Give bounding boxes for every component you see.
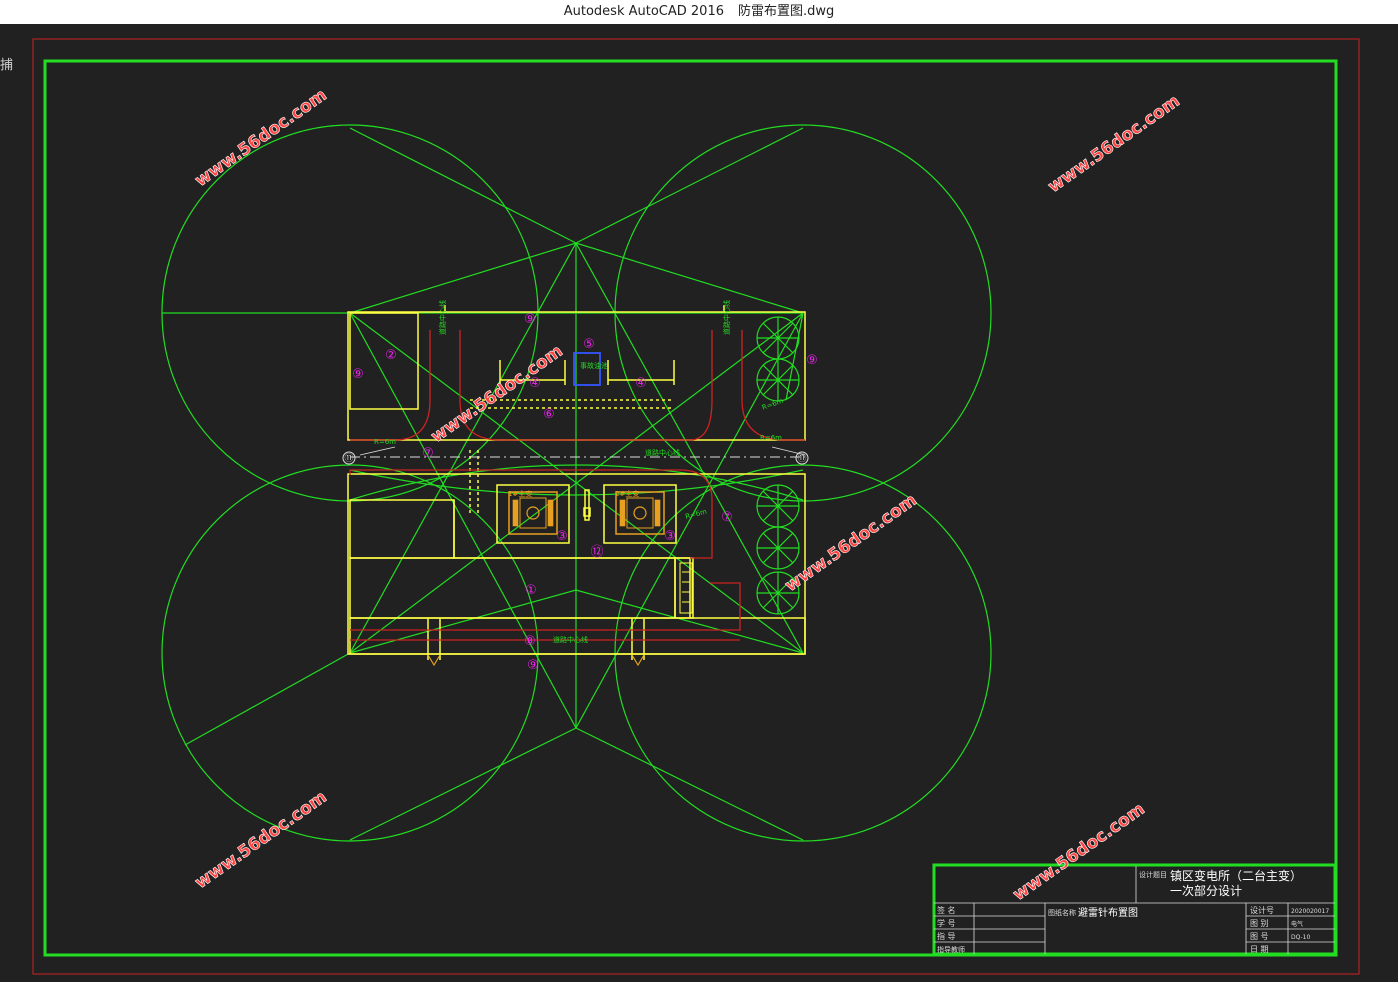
project-prefix: 设计题目 [1139, 870, 1167, 879]
drawing-name: 避雷针布置图 [1078, 906, 1138, 919]
viewport-label[interactable]: 捕 [0, 54, 13, 73]
watermark-1: www.56doc.com [191, 85, 330, 191]
drawing-canvas[interactable]: 捕 ② ⑨ ⑨ ⑤ ④ ④ ⑥ ⑦ ⑦ ⑨ ③ ③ ⑫ ① ⑧ ⑨ ⑪ ⑪ 道路… [0, 24, 1398, 978]
drawing-frame [43, 59, 1338, 957]
road-label-left: 道路中心线 [438, 300, 447, 335]
right-label-3: 图 号 [1250, 932, 1269, 941]
control-building [349, 312, 419, 410]
road-label-right: 道路中心线 [722, 300, 731, 335]
radius-label-left: R=6m [374, 438, 396, 446]
tag-8: ⑧ [524, 634, 536, 649]
tag-1: ① [525, 583, 537, 598]
right-label-2: 图 别 [1250, 919, 1269, 928]
left-row-2: 学 号 [937, 918, 956, 928]
tag-7-a: ⑦ [422, 446, 434, 461]
tag-6: ⑥ [543, 407, 555, 422]
right-value-3: DQ-10 [1291, 934, 1310, 941]
tree-2 [756, 358, 800, 402]
tag-3-b: ③ [664, 529, 676, 544]
drawing-svg[interactable]: ② ⑨ ⑨ ⑤ ④ ④ ⑥ ⑦ ⑦ ⑨ ③ ③ ⑫ ① ⑧ ⑨ ⑪ ⑪ 道路中心… [0, 24, 1398, 978]
watermark-4: www.56doc.com [781, 490, 920, 596]
left-row-1: 签 名 [937, 905, 956, 915]
axis-11-left: ⑪ [344, 453, 353, 464]
right-value-2: 电气 [1291, 920, 1303, 928]
tag-4-b: ④ [635, 376, 647, 391]
watermark-3: www.56doc.com [427, 341, 566, 447]
left-row-4: 指导教师 [937, 945, 965, 954]
tag-3-a: ③ [556, 529, 568, 544]
tag-9-c: ⑨ [806, 353, 818, 368]
tag-12: ⑫ [590, 545, 603, 560]
drawing-prefix: 图纸名称 [1048, 908, 1076, 917]
radius-label-a: R=6m [761, 397, 785, 412]
watermarks: www.56doc.com www.56doc.com www.56doc.co… [191, 85, 1184, 905]
radius-label-b: R=6m [684, 507, 707, 520]
file-title: 防雷布置图.dwg [737, 4, 835, 19]
tx2-label: 2#主变 [615, 489, 639, 498]
right-value-1: 2020020017 [1291, 908, 1329, 915]
watermark-2: www.56doc.com [1044, 91, 1183, 197]
aux-room [349, 499, 455, 559]
right-label-4: 日 期 [1250, 945, 1269, 954]
tree-4 [756, 526, 800, 570]
project-line2: 一次部分设计 [1170, 883, 1242, 898]
tree-1 [756, 316, 800, 360]
app-title: Autodesk AutoCAD 2016 [563, 4, 724, 19]
tag-2: ② [385, 348, 397, 363]
tag-9-a: ⑨ [352, 367, 364, 382]
window-titlebar: Autodesk AutoCAD 2016 防雷布置图.dwg [0, 0, 1398, 24]
watermark-6: www.56doc.com [1009, 799, 1148, 905]
tx1-label: 1#主变 [508, 489, 532, 498]
tag-9-d: ⑨ [527, 658, 539, 673]
tag-9-b: ⑨ [524, 312, 536, 327]
road-label-bottom: 道路中心线 [553, 635, 588, 644]
lightning-protection-zones [161, 124, 992, 842]
oil-pit-label: 事故油池 [580, 361, 608, 370]
tag-5: ⑤ [583, 337, 595, 352]
tree-3 [756, 484, 800, 528]
watermark-5: www.56doc.com [191, 787, 330, 893]
right-label-1: 设计号 [1250, 905, 1274, 915]
tag-7-b: ⑦ [721, 510, 733, 525]
transformer-2 [615, 491, 665, 535]
axis-11-right: ⑪ [797, 453, 806, 464]
radius-label-right: R=6m [760, 434, 782, 442]
project-line1: 镇区变电所（二台主变） [1170, 868, 1302, 883]
road-label-center: 道路中心线 [645, 448, 680, 457]
left-row-3: 指 导 [937, 931, 956, 941]
title-block: 设计题目 镇区变电所（二台主变） 一次部分设计 图纸名称 避雷针布置图 签 名 … [932, 863, 1337, 956]
